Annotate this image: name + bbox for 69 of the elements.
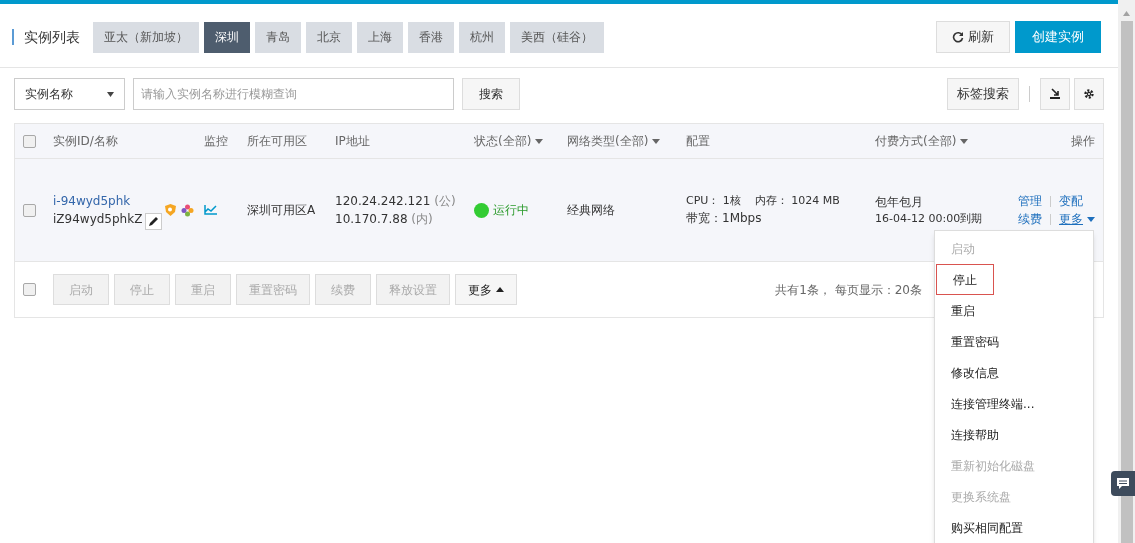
batch-action-button[interactable]: 更多 [455,274,517,305]
region-tab[interactable]: 上海 [357,21,403,53]
chat-button[interactable] [1111,471,1135,496]
settings-icon [1083,88,1095,100]
export-icon [1049,88,1061,100]
checkbox[interactable] [23,283,36,296]
flower-icon [181,203,195,217]
scrollbar-thumb[interactable] [1120,21,1133,543]
caret-icon [960,139,969,144]
page-title: 实例列表 [12,29,80,45]
more-link[interactable]: 更多 [1059,210,1095,228]
region-tab[interactable]: 杭州 [459,21,505,53]
zone-text: 深圳可用区A [247,202,317,219]
refresh-button[interactable]: 刷新 [936,21,1010,53]
menu-item[interactable]: 连接管理终端... [935,388,1051,419]
caret-icon [535,139,544,144]
chat-icon [1116,477,1130,490]
network-type: 经典网络 [567,202,616,219]
private-ip: 10.170.7.88 (内) [335,211,434,228]
search-field[interactable]: 请输入实例名称进行模糊查询 [133,78,454,110]
menu-item[interactable]: 修改信息 [935,357,1015,388]
expiry-date: 16-04-12 00:00到期 [875,210,984,227]
create-instance-button[interactable]: 创建实例 [1015,21,1101,53]
region-tab[interactable]: 北京 [306,21,352,53]
checkbox[interactable] [23,134,36,148]
menu-item[interactable]: 停止 [936,264,994,295]
menu-item[interactable]: 重置密码 [935,326,1015,357]
region-tab[interactable]: 亚太（新加坡） [93,21,199,53]
pagination-summary: 共有1条， 每页显示：20条 [775,281,922,299]
instance-id-link[interactable]: i-94wyd5phk [53,192,143,210]
settings-button[interactable] [1074,78,1104,110]
edit-icon[interactable] [145,213,163,230]
column-header[interactable]: 状态(全部) [474,132,544,150]
region-tab[interactable]: 香港 [408,21,454,53]
upgrade-link[interactable]: 变配 [1059,192,1095,210]
column-header: 监控 [204,133,228,150]
column-header: 操作 [1071,133,1096,150]
menu-item[interactable]: 购买相同配置 [935,512,1039,543]
line-chart-icon[interactable] [204,205,217,215]
filter-select[interactable]: 实例名称 [14,78,125,110]
column-header: 所在可用区 [247,133,307,150]
column-header[interactable]: 付费方式(全部) [875,132,969,150]
status-text: 运行中 [493,202,529,219]
menu-item[interactable]: 重启 [935,295,991,326]
column-header: 配置 [686,133,710,150]
shield-icon [165,204,177,216]
column-header: 实例ID/名称 [53,133,118,150]
dropdown-icon [107,91,114,97]
export-button[interactable] [1040,78,1070,110]
instance-name: iZ94wyd5phkZ [53,211,143,228]
public-ip: 120.24.242.121 (公) [335,193,457,210]
region-tab[interactable]: 青岛 [255,21,301,53]
tag-search-button[interactable]: 标签搜索 [947,78,1019,110]
menu-item[interactable]: 连接帮助 [935,419,1015,450]
bandwidth-text: 带宽：1Mbps [686,210,763,228]
column-header: IP地址 [335,133,370,150]
caret-icon [1087,217,1095,222]
region-tab[interactable]: 美西（硅谷） [510,21,604,53]
region-tab[interactable]: 深圳 [204,21,250,53]
config-text: CPU： 1核 内存： 1024 MB [686,192,841,209]
caret-icon [652,139,661,144]
renew-link[interactable]: 续费 [1018,210,1042,228]
search-button[interactable]: 搜索 [462,78,520,110]
checkbox[interactable] [23,203,36,217]
caret-icon [496,287,504,292]
refresh-icon [952,31,964,43]
billing-type: 包年包月 [875,193,924,211]
manage-link[interactable]: 管理 [1018,192,1042,210]
column-header[interactable]: 网络类型(全部) [567,132,661,150]
